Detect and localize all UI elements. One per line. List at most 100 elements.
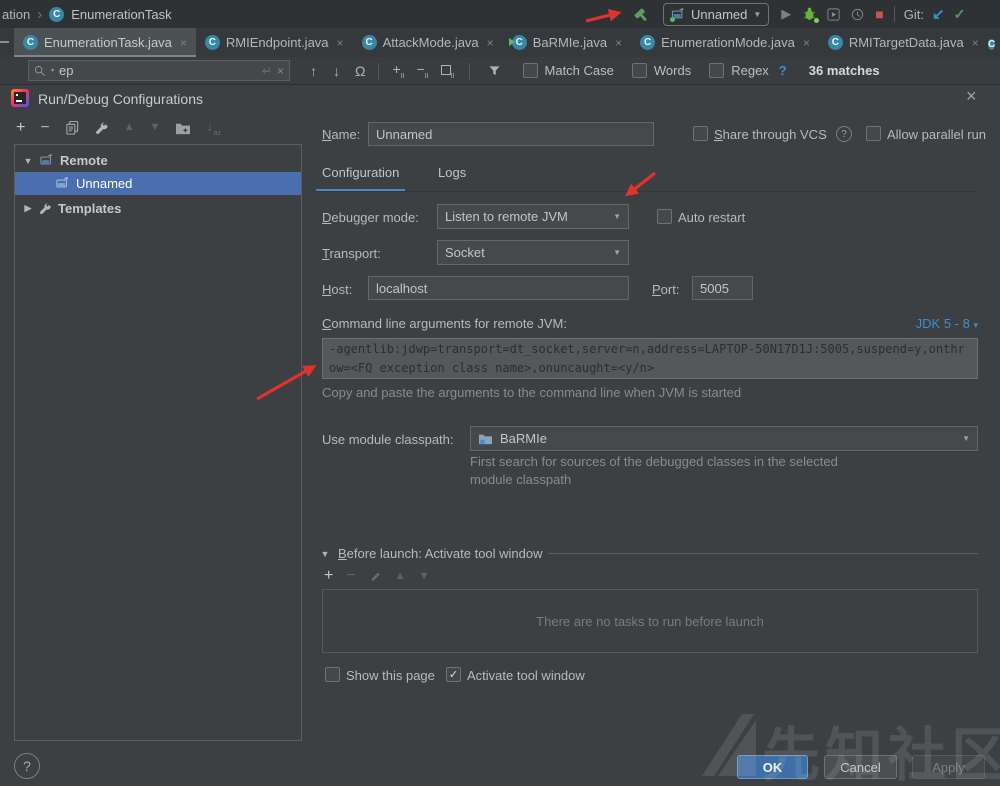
add-occurrence-button[interactable]: +II <box>392 61 404 80</box>
name-input[interactable]: Unnamed <box>368 122 654 146</box>
allow-parallel-label: Allow parallel run <box>887 127 986 142</box>
run-configuration-select[interactable]: Unnamed ▼ <box>663 2 770 26</box>
newline-icon[interactable]: ↵ <box>262 64 272 78</box>
profiler-button[interactable] <box>850 7 865 22</box>
edit-defaults-wrench-button[interactable] <box>95 121 109 135</box>
remove-occurrence-button[interactable]: −II <box>417 61 429 80</box>
remove-configuration-button[interactable]: − <box>40 119 49 136</box>
tab-separator <box>316 191 978 192</box>
editor-tab[interactable]: C EnumerationTask.java × <box>14 28 196 57</box>
toolbar-divider <box>893 6 895 22</box>
stop-button[interactable]: ■ <box>875 6 883 22</box>
coverage-button[interactable] <box>826 7 841 22</box>
editor-tab[interactable]: C BaRMIe.java × <box>503 28 631 57</box>
port-input[interactable]: 5005 <box>692 276 753 300</box>
words-checkbox[interactable] <box>631 63 647 78</box>
intellij-logo-icon <box>11 89 29 107</box>
tree-expanded-icon[interactable]: ▼ <box>23 156 33 166</box>
tree-group-remote[interactable]: ▼ Remote <box>15 149 301 172</box>
runnable-class-icon: C <box>508 35 527 50</box>
move-down-button[interactable]: ▼ <box>150 122 161 133</box>
ok-button[interactable]: OK <box>737 755 808 779</box>
close-icon[interactable]: × <box>487 36 494 50</box>
tab-logs[interactable]: Logs <box>432 165 472 189</box>
search-input[interactable]: ▾ ep ↵ × <box>28 60 290 81</box>
close-icon[interactable]: × <box>803 36 810 50</box>
host-input[interactable]: localhost <box>368 276 629 300</box>
find-bar-divider <box>378 62 380 79</box>
allow-parallel-checkbox[interactable] <box>866 126 881 141</box>
tree-collapsed-icon[interactable]: ▶ <box>23 203 33 214</box>
task-move-up-button[interactable]: ▲ <box>395 570 406 582</box>
filter-icon[interactable] <box>488 64 501 77</box>
regex-help-icon[interactable]: ? <box>779 63 787 78</box>
find-all-button[interactable]: Ω <box>355 63 365 79</box>
match-case-checkbox[interactable] <box>522 63 538 78</box>
tree-group-templates[interactable]: ▶ Templates <box>15 197 301 220</box>
dialog-close-icon[interactable]: × <box>966 86 977 107</box>
regex-checkbox[interactable] <box>709 63 725 78</box>
templates-wrench-icon <box>40 203 51 215</box>
run-overlay-icon <box>508 38 515 46</box>
before-launch-collapse-icon[interactable]: ▼ <box>320 549 330 559</box>
find-bar-divider <box>468 62 470 79</box>
transport-select[interactable]: Socket ▼ <box>437 240 629 265</box>
create-folder-button[interactable] <box>175 121 191 135</box>
task-move-down-button[interactable]: ▼ <box>419 570 430 582</box>
apply-button[interactable]: Apply <box>912 755 985 779</box>
build-hammer-icon[interactable] <box>632 6 649 23</box>
add-task-button[interactable]: + <box>324 568 333 584</box>
module-classpath-hint: First search for sources of the debugged… <box>470 454 838 487</box>
close-icon[interactable]: × <box>337 36 344 50</box>
git-update-icon[interactable]: ↙ <box>932 5 945 23</box>
before-launch-label[interactable]: Before launch: Activate tool window <box>338 546 543 561</box>
copy-configuration-button[interactable] <box>65 120 80 135</box>
debug-button[interactable] <box>802 6 820 23</box>
remote-config-icon <box>56 177 68 188</box>
editor-tab[interactable]: C RMITargetData.java × <box>819 28 988 57</box>
before-launch-separator <box>548 553 978 554</box>
remove-task-button[interactable]: − <box>346 568 355 584</box>
move-up-button[interactable]: ▲ <box>124 122 135 133</box>
run-toolbar: Unnamed ▼ ▶ ■ Git: ↙ ✓ <box>632 0 965 28</box>
show-this-page-checkbox[interactable] <box>325 667 340 682</box>
breadcrumb-class[interactable]: EnumerationTask <box>71 7 171 22</box>
debugger-mode-select[interactable]: Listen to remote JVM ▼ <box>437 204 629 229</box>
chevron-down-icon: ▼ <box>613 248 621 257</box>
cancel-button[interactable]: Cancel <box>824 755 897 779</box>
help-button[interactable]: ? <box>14 753 40 779</box>
editor-tab[interactable]: C RMIEndpoint.java × <box>196 28 353 57</box>
class-icon: C <box>204 35 220 50</box>
module-folder-icon <box>479 434 492 445</box>
close-icon[interactable]: × <box>180 36 187 50</box>
next-occurrence-button[interactable]: ↓ <box>333 63 340 79</box>
activate-tool-window-checkbox[interactable]: ✓ <box>446 667 461 682</box>
git-commit-icon[interactable]: ✓ <box>954 6 966 23</box>
search-query: ep <box>59 63 74 78</box>
search-options-caret-icon[interactable]: ▾ <box>51 67 54 74</box>
vcs-help-icon[interactable]: ? <box>836 126 852 142</box>
sort-configurations-button[interactable]: ↓az <box>206 119 220 137</box>
tree-item-unnamed[interactable]: Unnamed <box>15 172 301 195</box>
edit-task-pencil-icon[interactable] <box>369 570 382 583</box>
add-configuration-button[interactable]: + <box>16 119 25 136</box>
share-vcs-checkbox[interactable] <box>693 126 708 141</box>
cmd-args-text[interactable]: -agentlib:jdwp=transport=dt_socket,serve… <box>322 338 978 379</box>
dialog-title: Run/Debug Configurations <box>38 91 203 107</box>
class-icon: C <box>361 35 377 50</box>
auto-restart-checkbox[interactable] <box>657 209 672 224</box>
clear-search-icon[interactable]: × <box>277 64 284 78</box>
breadcrumb-package[interactable]: ation <box>2 7 30 22</box>
editor-tab[interactable]: C AttackMode.java × <box>353 28 503 57</box>
module-classpath-select[interactable]: BaRMIe ▼ <box>470 426 978 451</box>
close-icon[interactable]: × <box>615 36 622 50</box>
editor-tab[interactable]: C EnumerationMode.java × <box>631 28 819 57</box>
run-button[interactable]: ▶ <box>781 6 791 22</box>
close-icon[interactable]: × <box>972 36 979 50</box>
editor-tab-bar: C EnumerationTask.java × C RMIEndpoint.j… <box>0 28 1000 57</box>
previous-occurrence-button[interactable]: ↑ <box>310 63 317 79</box>
auto-restart-label: Auto restart <box>678 210 746 225</box>
tab-configuration[interactable]: Configuration <box>316 165 406 192</box>
jdk-version-link[interactable]: JDK 5 - 8 ▾ <box>900 316 978 331</box>
select-all-occurrences-button[interactable]: II <box>440 61 455 80</box>
